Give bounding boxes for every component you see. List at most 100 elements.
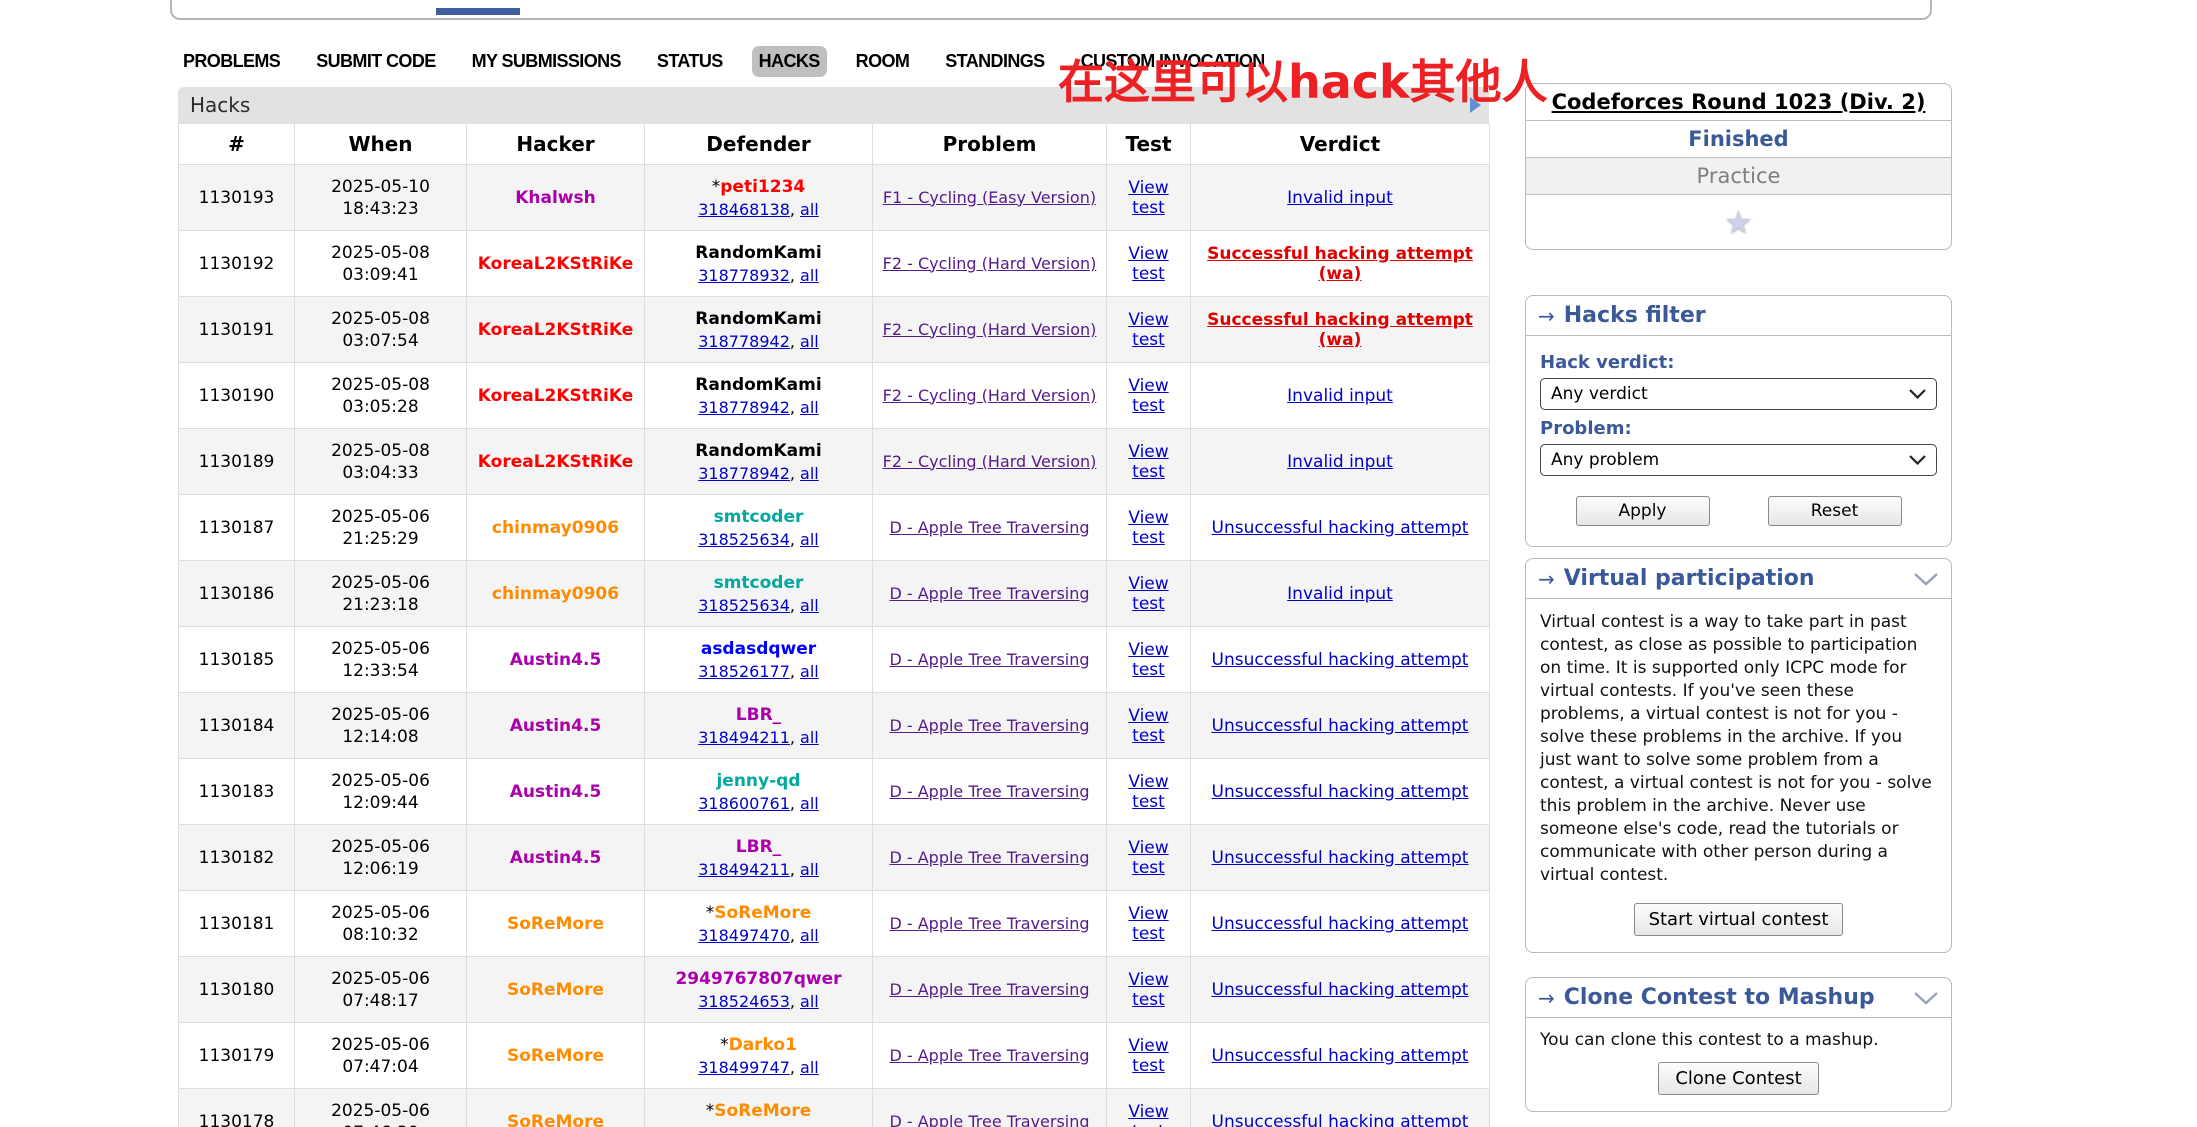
hacker-handle-link[interactable]: SoReMore bbox=[507, 980, 604, 1000]
hacker-handle-link[interactable]: KoreaL2KStRiKe bbox=[478, 254, 633, 274]
verdict-link[interactable]: Invalid input bbox=[1287, 386, 1393, 406]
view-test-link[interactable]: View test bbox=[1128, 772, 1168, 812]
all-submissions-link[interactable]: all bbox=[800, 1058, 819, 1077]
verdict-link[interactable]: Unsuccessful hacking attempt bbox=[1212, 1112, 1469, 1127]
hacker-handle-link[interactable]: Austin4.5 bbox=[510, 650, 602, 670]
submission-link[interactable]: 318525634 bbox=[698, 530, 790, 549]
submission-link[interactable]: 318600761 bbox=[698, 794, 790, 813]
verdict-link[interactable]: Unsuccessful hacking attempt bbox=[1212, 980, 1469, 1000]
nav-item[interactable]: STATUS bbox=[650, 46, 730, 77]
hacker-handle-link[interactable]: KoreaL2KStRiKe bbox=[478, 452, 633, 472]
defender-handle-link[interactable]: jenny-qd bbox=[716, 771, 800, 791]
view-test-link[interactable]: View test bbox=[1128, 706, 1168, 746]
view-test-link[interactable]: View test bbox=[1128, 970, 1168, 1010]
verdict-link[interactable]: Invalid input bbox=[1287, 452, 1393, 472]
verdict-link[interactable]: Unsuccessful hacking attempt bbox=[1212, 782, 1469, 802]
verdict-link[interactable]: Successful hacking attempt (wa) bbox=[1207, 310, 1473, 350]
view-test-link[interactable]: View test bbox=[1128, 1036, 1168, 1076]
defender-handle-link[interactable]: RandomKami bbox=[695, 441, 821, 461]
hacker-handle-link[interactable]: chinmay0906 bbox=[492, 584, 619, 604]
submission-link[interactable]: 318778942 bbox=[698, 464, 790, 483]
problem-link[interactable]: F2 - Cycling (Hard Version) bbox=[883, 386, 1097, 405]
view-test-link[interactable]: View test bbox=[1128, 838, 1168, 878]
all-submissions-link[interactable]: all bbox=[800, 464, 819, 483]
star-icon[interactable]: ★ bbox=[1724, 203, 1753, 241]
all-submissions-link[interactable]: all bbox=[800, 1124, 819, 1127]
problem-link[interactable]: F2 - Cycling (Hard Version) bbox=[883, 254, 1097, 273]
nav-item[interactable]: STANDINGS bbox=[938, 46, 1051, 77]
defender-handle-link[interactable]: LBR_ bbox=[736, 705, 781, 725]
all-submissions-link[interactable]: all bbox=[800, 530, 819, 549]
all-submissions-link[interactable]: all bbox=[800, 200, 819, 219]
nav-item[interactable]: ROOM bbox=[849, 46, 917, 77]
view-test-link[interactable]: View test bbox=[1128, 310, 1168, 350]
defender-handle-link[interactable]: LBR_ bbox=[736, 837, 781, 857]
submission-link[interactable]: 318468138 bbox=[698, 200, 790, 219]
hack-verdict-select[interactable]: Any verdict bbox=[1540, 378, 1937, 410]
submission-link[interactable]: 318524653 bbox=[698, 992, 790, 1011]
verdict-link[interactable]: Invalid input bbox=[1287, 188, 1393, 208]
all-submissions-link[interactable]: all bbox=[800, 992, 819, 1011]
hacker-handle-link[interactable]: Austin4.5 bbox=[510, 848, 602, 868]
submission-link[interactable]: 318778932 bbox=[698, 266, 790, 285]
view-test-link[interactable]: View test bbox=[1128, 904, 1168, 944]
verdict-link[interactable]: Unsuccessful hacking attempt bbox=[1212, 848, 1469, 868]
submission-link[interactable]: 318497470 bbox=[698, 926, 790, 945]
problem-link[interactable]: D - Apple Tree Traversing bbox=[889, 782, 1089, 801]
problem-link[interactable]: D - Apple Tree Traversing bbox=[889, 1046, 1089, 1065]
all-submissions-link[interactable]: all bbox=[800, 266, 819, 285]
problem-link[interactable]: F2 - Cycling (Hard Version) bbox=[883, 320, 1097, 339]
hacker-handle-link[interactable]: SoReMore bbox=[507, 1112, 604, 1127]
nav-item[interactable]: SUBMIT CODE bbox=[309, 46, 442, 77]
submission-link[interactable]: 318494211 bbox=[698, 728, 790, 747]
hacker-handle-link[interactable]: Austin4.5 bbox=[510, 782, 602, 802]
defender-handle-link[interactable]: RandomKami bbox=[695, 375, 821, 395]
submission-link[interactable]: 318778942 bbox=[698, 398, 790, 417]
hacker-handle-link[interactable]: KoreaL2KStRiKe bbox=[478, 320, 633, 340]
defender-handle-link[interactable]: 2949767807qwer bbox=[675, 969, 841, 989]
problem-link[interactable]: D - Apple Tree Traversing bbox=[889, 1112, 1089, 1127]
problem-link[interactable]: F2 - Cycling (Hard Version) bbox=[883, 452, 1097, 471]
view-test-link[interactable]: View test bbox=[1128, 574, 1168, 614]
submission-link[interactable]: 318494211 bbox=[698, 860, 790, 879]
problem-link[interactable]: D - Apple Tree Traversing bbox=[889, 914, 1089, 933]
view-test-link[interactable]: View test bbox=[1128, 178, 1168, 218]
defender-handle-link[interactable]: RandomKami bbox=[695, 243, 821, 263]
hacker-handle-link[interactable]: SoReMore bbox=[507, 1046, 604, 1066]
clone-contest-button[interactable]: Clone Contest bbox=[1658, 1062, 1818, 1095]
all-submissions-link[interactable]: all bbox=[800, 332, 819, 351]
defender-handle-link[interactable]: smtcoder bbox=[714, 573, 804, 593]
hacker-handle-link[interactable]: Austin4.5 bbox=[510, 716, 602, 736]
view-test-link[interactable]: View test bbox=[1128, 1102, 1168, 1127]
hacker-handle-link[interactable]: chinmay0906 bbox=[492, 518, 619, 538]
view-test-link[interactable]: View test bbox=[1128, 640, 1168, 680]
chevron-down-icon[interactable] bbox=[1913, 572, 1939, 586]
defender-handle-link[interactable]: SoReMore bbox=[714, 903, 811, 923]
defender-handle-link[interactable]: RandomKami bbox=[695, 309, 821, 329]
view-test-link[interactable]: View test bbox=[1128, 442, 1168, 482]
hacker-handle-link[interactable]: Khalwsh bbox=[515, 188, 596, 208]
defender-handle-link[interactable]: asdasdqwer bbox=[701, 639, 816, 659]
verdict-link[interactable]: Unsuccessful hacking attempt bbox=[1212, 716, 1469, 736]
problem-link[interactable]: D - Apple Tree Traversing bbox=[889, 716, 1089, 735]
defender-handle-link[interactable]: Darko1 bbox=[729, 1035, 797, 1055]
view-test-link[interactable]: View test bbox=[1128, 244, 1168, 284]
problem-link[interactable]: D - Apple Tree Traversing bbox=[889, 584, 1089, 603]
verdict-link[interactable]: Unsuccessful hacking attempt bbox=[1212, 914, 1469, 934]
all-submissions-link[interactable]: all bbox=[800, 728, 819, 747]
reset-button[interactable]: Reset bbox=[1768, 496, 1902, 526]
submission-link[interactable]: 318497470 bbox=[698, 1124, 790, 1127]
submission-link[interactable]: 318526177 bbox=[698, 662, 790, 681]
nav-item[interactable]: MY SUBMISSIONS bbox=[465, 46, 628, 77]
verdict-link[interactable]: Unsuccessful hacking attempt bbox=[1212, 650, 1469, 670]
problem-link[interactable]: D - Apple Tree Traversing bbox=[889, 848, 1089, 867]
defender-handle-link[interactable]: smtcoder bbox=[714, 507, 804, 527]
verdict-link[interactable]: Unsuccessful hacking attempt bbox=[1212, 518, 1469, 538]
defender-handle-link[interactable]: peti1234 bbox=[720, 177, 805, 197]
all-submissions-link[interactable]: all bbox=[800, 596, 819, 615]
submission-link[interactable]: 318499747 bbox=[698, 1058, 790, 1077]
apply-button[interactable]: Apply bbox=[1576, 496, 1710, 526]
problem-filter-select[interactable]: Any problem bbox=[1540, 444, 1937, 476]
problem-link[interactable]: D - Apple Tree Traversing bbox=[889, 650, 1089, 669]
problem-link[interactable]: D - Apple Tree Traversing bbox=[889, 980, 1089, 999]
